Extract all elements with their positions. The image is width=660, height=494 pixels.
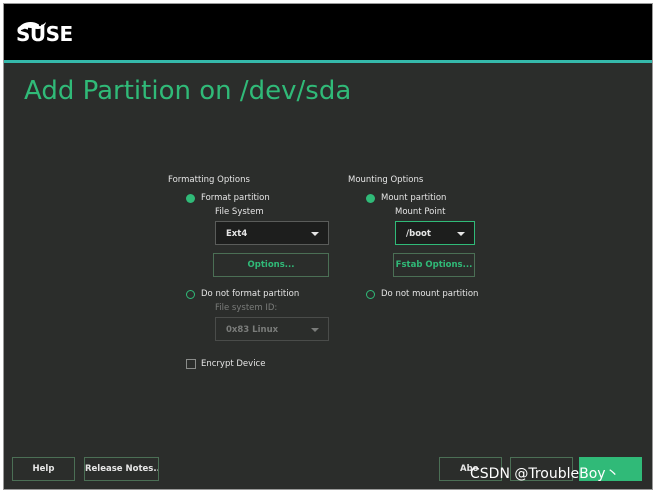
file-system-id-select[interactable]: 0x83 Linux bbox=[215, 317, 329, 341]
page-title: Add Partition on /dev/sda bbox=[24, 76, 352, 106]
format-partition-label[interactable]: Format partition bbox=[201, 193, 270, 203]
file-system-label: File System bbox=[215, 207, 264, 217]
chevron-down-icon bbox=[457, 232, 465, 236]
mount-point-value: /boot bbox=[406, 229, 431, 239]
release-notes-button[interactable]: Release Notes... bbox=[84, 457, 159, 481]
file-system-id-label: File system ID: bbox=[215, 303, 278, 313]
installer-window: SUSE Add Partition on /dev/sda Formattin… bbox=[3, 3, 653, 490]
help-button[interactable]: Help bbox=[12, 457, 75, 481]
mounting-options-title: Mounting Options bbox=[348, 175, 424, 185]
header-accent-line bbox=[4, 60, 652, 63]
file-system-id-value: 0x83 Linux bbox=[226, 325, 279, 335]
mount-point-label: Mount Point bbox=[395, 207, 446, 217]
no-mount-partition-radio[interactable] bbox=[366, 290, 375, 299]
encrypt-device-checkbox[interactable] bbox=[186, 359, 196, 369]
fstab-options-button[interactable]: Fstab Options... bbox=[393, 253, 475, 277]
file-system-value: Ext4 bbox=[226, 229, 248, 239]
top-bar: SUSE bbox=[4, 4, 652, 60]
chevron-down-icon bbox=[311, 328, 319, 332]
no-format-partition-label[interactable]: Do not format partition bbox=[201, 289, 299, 299]
options-button[interactable]: Options... bbox=[213, 253, 329, 277]
formatting-options-title: Formatting Options bbox=[168, 175, 250, 185]
file-system-select[interactable]: Ext4 bbox=[215, 221, 329, 245]
no-format-partition-radio[interactable] bbox=[186, 290, 195, 299]
mount-partition-label[interactable]: Mount partition bbox=[381, 193, 446, 203]
watermark-text: CSDN @TroubleBoy丶 bbox=[470, 466, 620, 482]
no-mount-partition-label[interactable]: Do not mount partition bbox=[381, 289, 478, 299]
chevron-down-icon bbox=[311, 232, 319, 236]
mount-point-select[interactable]: /boot bbox=[395, 221, 475, 245]
brand-logo-text: SUSE bbox=[16, 22, 73, 46]
format-partition-radio[interactable] bbox=[186, 194, 195, 203]
mount-partition-radio[interactable] bbox=[366, 194, 375, 203]
encrypt-device-label[interactable]: Encrypt Device bbox=[201, 359, 265, 369]
